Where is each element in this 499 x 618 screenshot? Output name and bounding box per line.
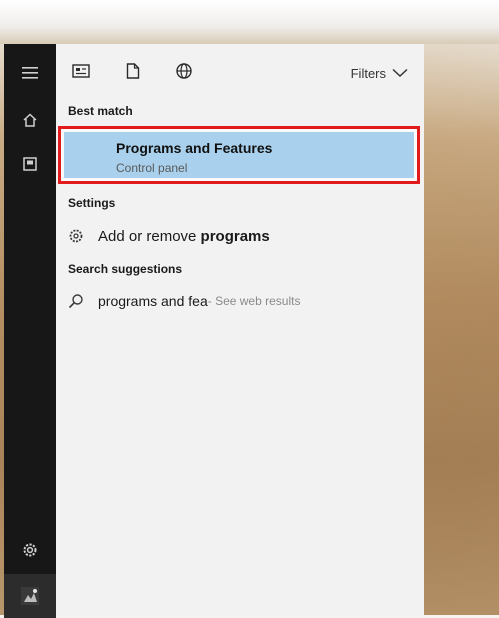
- search-scope-toolbar: Filters: [56, 44, 424, 102]
- gear-icon: [66, 226, 86, 246]
- chevron-down-icon: [392, 66, 408, 81]
- best-match-result[interactable]: Programs and Features Control panel: [58, 126, 420, 184]
- gear-icon: [21, 541, 39, 559]
- apps-scope-button[interactable]: [68, 60, 94, 86]
- filters-dropdown[interactable]: Filters: [351, 62, 408, 84]
- window-top-band: [0, 0, 499, 44]
- web-scope-button[interactable]: [171, 60, 197, 86]
- documents-icon: [126, 62, 140, 84]
- best-match-heading: Best match: [68, 104, 133, 118]
- user-account-button[interactable]: [4, 574, 56, 618]
- web-icon: [175, 62, 193, 85]
- filters-label: Filters: [350, 65, 386, 81]
- documents-scope-button[interactable]: [120, 60, 146, 86]
- best-match-subtitle: Control panel: [116, 161, 188, 175]
- home-button[interactable]: [4, 96, 56, 144]
- suggestion-hint: - See web results: [207, 294, 301, 308]
- document-icon: [22, 156, 38, 172]
- expand-menu-button[interactable]: [4, 49, 56, 97]
- search-icon: [66, 291, 86, 311]
- settings-result-add-remove-programs[interactable]: Add or remove programs: [56, 221, 424, 251]
- best-match-title: Programs and Features: [116, 140, 273, 156]
- settings-button[interactable]: [4, 526, 56, 574]
- settings-heading: Settings: [68, 196, 116, 210]
- suggestion-query: programs and fea: [98, 293, 208, 309]
- user-avatar-icon: [19, 585, 41, 607]
- search-suggestions-heading: Search suggestions: [68, 262, 183, 276]
- start-menu-rail: [4, 44, 56, 618]
- apps-icon: [72, 63, 90, 83]
- documents-button[interactable]: [4, 140, 56, 188]
- web-search-suggestion[interactable]: programs and fea - See web results: [56, 286, 424, 316]
- home-icon: [22, 112, 38, 128]
- hamburger-icon: [22, 67, 38, 79]
- search-results-panel: Filters Best match Programs and Features…: [56, 44, 424, 615]
- settings-result-label: Add or remove programs: [98, 227, 270, 245]
